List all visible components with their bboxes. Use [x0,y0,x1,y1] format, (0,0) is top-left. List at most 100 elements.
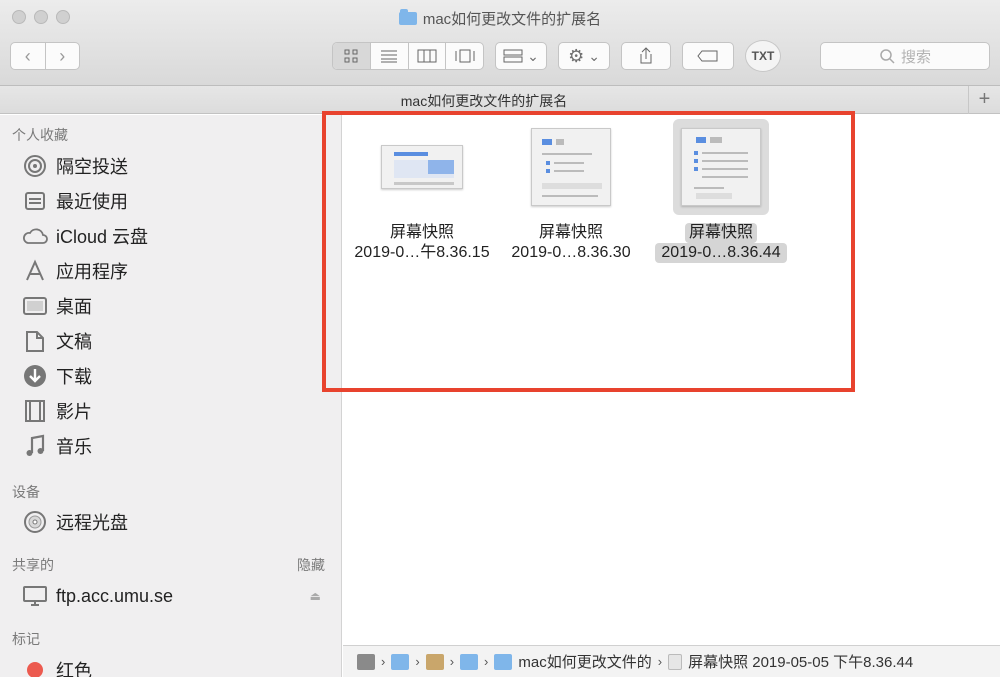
icon-grid-icon [344,49,358,63]
breadcrumb-folder[interactable]: mac如何更改文件的 [518,651,651,672]
devices-header: 设备 [12,484,40,500]
file-date: 2019-0…8.36.44 [655,243,787,263]
sidebar: 个人收藏 隔空投送 最近使用 iCloud 云盘 应用程序 桌面 文稿 下载 影… [0,115,342,677]
file-item[interactable]: 屏幕快照 2019-0…午8.36.15 [347,119,497,263]
sidebar-item-airdrop[interactable]: 隔空投送 [22,151,128,181]
applications-icon [22,258,48,284]
icon-view-button[interactable] [333,43,370,69]
file-date: 2019-0…午8.36.15 [354,244,490,261]
chevron-down-icon: ⌄ [588,47,600,64]
documents-icon [22,328,48,354]
music-icon [22,433,48,459]
sidebar-item-remote-disc[interactable]: 远程光盘 [22,507,128,537]
eject-icon[interactable]: ⏏ [310,589,321,603]
folder-icon[interactable] [460,653,479,670]
file-browser: 屏幕快照 2019-0…午8.36.15 屏幕快照 2019-0…8.36.30 [343,115,1000,645]
list-view-button[interactable] [369,43,408,69]
list-icon [381,50,398,63]
txt-extension-button[interactable]: TXT [745,40,781,72]
sidebar-item-applications[interactable]: 应用程序 [22,256,128,286]
forward-button[interactable]: › [44,43,80,69]
arrange-button[interactable]: ⌄ [495,42,547,70]
screenshot-thumbnail-icon [681,128,761,206]
sidebar-item-label: 下载 [56,367,92,387]
sidebar-item-movies[interactable]: 影片 [22,396,92,426]
arrange-grid-icon [503,49,523,63]
favorites-header: 个人收藏 [12,127,68,143]
sidebar-item-desktop[interactable]: 桌面 [22,291,92,321]
gallery-view-button[interactable] [445,43,483,69]
view-mode-buttons [332,42,484,70]
back-button[interactable]: ‹ [11,43,45,69]
search-field[interactable]: 搜索 [820,42,990,70]
recents-icon [22,188,48,214]
path-bar: › › › › mac如何更改文件的 › 屏幕快照 2019-05-05 下午8… [343,645,1000,677]
window-toolbar: mac如何更改文件的扩展名 ‹ › ⌄ ⚙ ⌄ TXT 搜索 [0,0,1000,86]
shared-hide-button[interactable]: 隐藏 [297,555,325,575]
chevron-right-icon: › [657,654,663,669]
chevron-down-icon: ⌄ [527,47,539,64]
tab-bar: mac如何更改文件的扩展名 + [0,86,1000,114]
window-title-text: mac如何更改文件的扩展名 [422,11,602,28]
search-icon [880,49,895,64]
file-item-selected[interactable]: 屏幕快照 2019-0…8.36.44 [646,119,796,263]
sidebar-item-recents[interactable]: 最近使用 [22,186,128,216]
action-button[interactable]: ⚙ ⌄ [558,42,610,70]
screenshot-thumbnail-icon [381,145,463,189]
folder-icon [398,9,417,25]
file-thumbnail [374,119,470,215]
breadcrumb-file[interactable]: 屏幕快照 2019-05-05 下午8.36.44 [688,651,913,672]
sidebar-item-documents[interactable]: 文稿 [22,326,92,356]
file-name: 屏幕快照 [389,224,454,241]
window-title: mac如何更改文件的扩展名 [0,8,1000,29]
sidebar-item-music[interactable]: 音乐 [22,431,92,461]
chevron-right-icon: › [484,654,489,669]
server-icon [22,583,48,609]
sidebar-item-label: ftp.acc.umu.se [56,585,174,606]
airdrop-icon [22,153,48,179]
file-thumbnail [523,119,619,215]
tab-current[interactable]: mac如何更改文件的扩展名 [0,91,968,111]
chevron-right-icon: › [381,654,386,669]
chevron-right-icon: › [449,654,455,669]
gear-icon: ⚙ [568,45,585,66]
sidebar-item-icloud[interactable]: iCloud 云盘 [22,221,148,251]
sidebar-item-label: 隔空投送 [56,157,128,177]
tag-button[interactable] [682,42,734,70]
sidebar-item-label: iCloud 云盘 [56,227,149,247]
file-name: 屏幕快照 [538,224,603,241]
shared-header: 共享的 [12,557,54,573]
disk-icon[interactable] [357,653,375,670]
screenshot-thumbnail-icon [531,128,611,206]
sidebar-item-label: 红色 [56,661,92,677]
file-thumbnail [673,119,769,215]
disc-icon [22,509,48,535]
sidebar-item-label: 文稿 [56,332,92,352]
sidebar-item-tag-red[interactable]: 红色 [22,655,92,677]
users-folder-icon[interactable] [391,653,410,670]
sidebar-item-label: 最近使用 [56,192,128,212]
sidebar-item-label: 影片 [56,402,92,422]
sidebar-item-ftp-server[interactable]: ftp.acc.umu.se [22,581,173,611]
gallery-icon [455,49,475,63]
share-icon [640,47,652,64]
sidebar-item-downloads[interactable]: 下载 [22,361,92,391]
folder-icon [494,653,513,670]
sidebar-item-label: 桌面 [56,297,92,317]
sidebar-item-label: 音乐 [56,437,92,457]
sidebar-item-label: 应用程序 [56,262,128,282]
column-view-button[interactable] [407,43,446,69]
red-tag-icon [22,657,48,677]
new-tab-button[interactable]: + [968,86,1000,114]
cloud-icon [22,223,48,249]
home-icon[interactable] [425,653,444,670]
chevron-right-icon: › [415,654,420,669]
movies-icon [22,398,48,424]
search-placeholder: 搜索 [900,48,931,66]
file-name: 屏幕快照 [684,223,757,243]
tags-header: 标记 [12,631,40,647]
desktop-icon [22,293,48,319]
columns-icon [417,49,437,63]
file-item[interactable]: 屏幕快照 2019-0…8.36.30 [496,119,646,263]
share-button[interactable] [621,42,671,70]
